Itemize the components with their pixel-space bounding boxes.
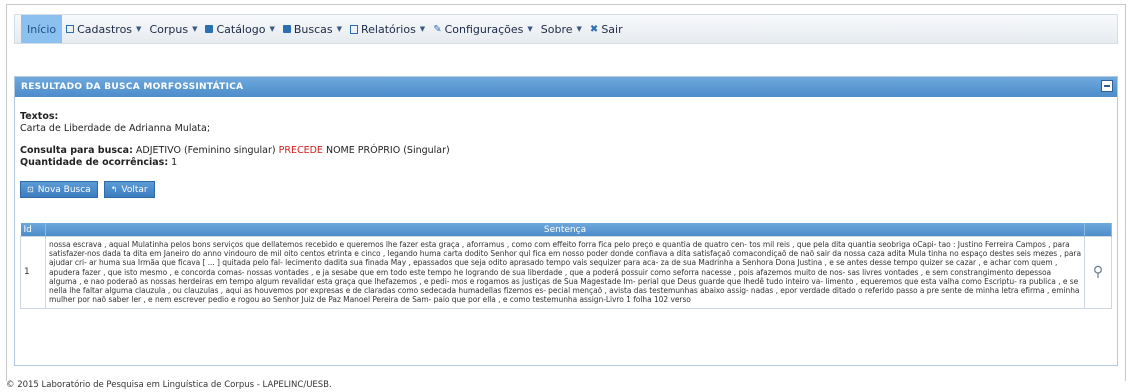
table-header-row: Id Sentença (20, 223, 1112, 237)
document-icon (350, 24, 358, 34)
caret-down-icon: ▼ (269, 25, 275, 33)
quantidade-label: Quantidade de ocorrências: (20, 157, 169, 169)
menu-cadastros[interactable]: Cadastros ▼ (62, 15, 145, 43)
consulta-line: Consulta para busca: ADJETIVO (Feminino … (20, 145, 1112, 157)
main-menu-bar: Início Cadastros ▼ Corpus ▼ Catálogo ▼ Busc… (14, 14, 1118, 44)
menu-buscas[interactable]: Buscas ▼ (279, 15, 346, 43)
caret-down-icon: ▼ (336, 25, 342, 33)
row-sentence: nossa escrava , aqual Mulatinha pelos bo… (45, 236, 1085, 309)
textos-value: Carta de Liberdade de Adrianna Mulata; (20, 123, 211, 135)
consulta-post: NOME PRÓPRIO (Singular) (325, 144, 450, 156)
header-action (1084, 223, 1112, 237)
tree-icon[interactable]: ⚲ (1093, 264, 1103, 280)
results-table: Id Sentença 1 nossa escrava , aqual Mula… (20, 223, 1112, 309)
table-row: 1 nossa escrava , aqual Mulatinha pelos … (20, 236, 1112, 309)
consulta-pre: ADJETIVO (Feminino singular) (135, 144, 276, 156)
quantidade-line: Quantidade de ocorrências: 1 (20, 157, 1112, 169)
quantidade-value: 1 (171, 157, 178, 169)
consulta-operator: PRECEDE (278, 144, 323, 156)
nova-busca-button[interactable]: ⊡ Nova Busca (20, 181, 98, 198)
menu-sobre[interactable]: Sobre ▼ (537, 15, 586, 43)
menu-corpus[interactable]: Corpus ▼ (145, 15, 201, 43)
results-panel: RESULTADO DA BUSCA MORFOSSINTÁTICA Texto… (14, 76, 1118, 366)
back-arrow-icon: ↰ (110, 185, 118, 194)
voltar-button[interactable]: ↰ Voltar (103, 181, 155, 198)
menu-configuracoes[interactable]: ✎ Configurações ▼ (429, 15, 537, 43)
menu-inicio[interactable]: Início (21, 15, 63, 43)
menu-sair[interactable]: ✖ Sair (586, 15, 627, 43)
menu-catalogo[interactable]: Catálogo ▼ (201, 15, 278, 43)
caret-down-icon: ▼ (576, 25, 582, 33)
header-id: Id (20, 223, 46, 237)
footer: © 2015 Laboratório de Pesquisa em Linguí… (6, 380, 332, 390)
search-icon: ⊡ (27, 185, 34, 194)
row-id: 1 (20, 236, 46, 309)
caret-down-icon: ▼ (527, 25, 533, 33)
wrench-icon: ✎ (433, 23, 442, 35)
caret-down-icon: ▼ (136, 25, 142, 33)
panel-title: RESULTADO DA BUSCA MORFOSSINTÁTICA (21, 82, 244, 92)
action-buttons: ⊡ Nova Busca ↰ Voltar (20, 181, 155, 198)
close-icon: ✖ (589, 23, 599, 35)
grid-icon (66, 25, 75, 33)
menu-relatorios[interactable]: Relatórios ▼ (346, 15, 429, 43)
row-action: ⚲ (1084, 236, 1112, 309)
caret-down-icon: ▼ (192, 25, 198, 33)
square-icon (282, 25, 291, 33)
textos-label: Textos: (20, 111, 59, 122)
panel-header: RESULTADO DA BUSCA MORFOSSINTÁTICA (15, 77, 1117, 97)
header-sentenca: Sentença (45, 223, 1085, 237)
collapse-icon[interactable] (1101, 80, 1113, 92)
consulta-label: Consulta para busca: (20, 144, 133, 156)
panel-body: Textos: Carta de Liberdade de Adrianna M… (15, 97, 1117, 177)
square-icon (205, 25, 214, 33)
caret-down-icon: ▼ (419, 25, 426, 33)
